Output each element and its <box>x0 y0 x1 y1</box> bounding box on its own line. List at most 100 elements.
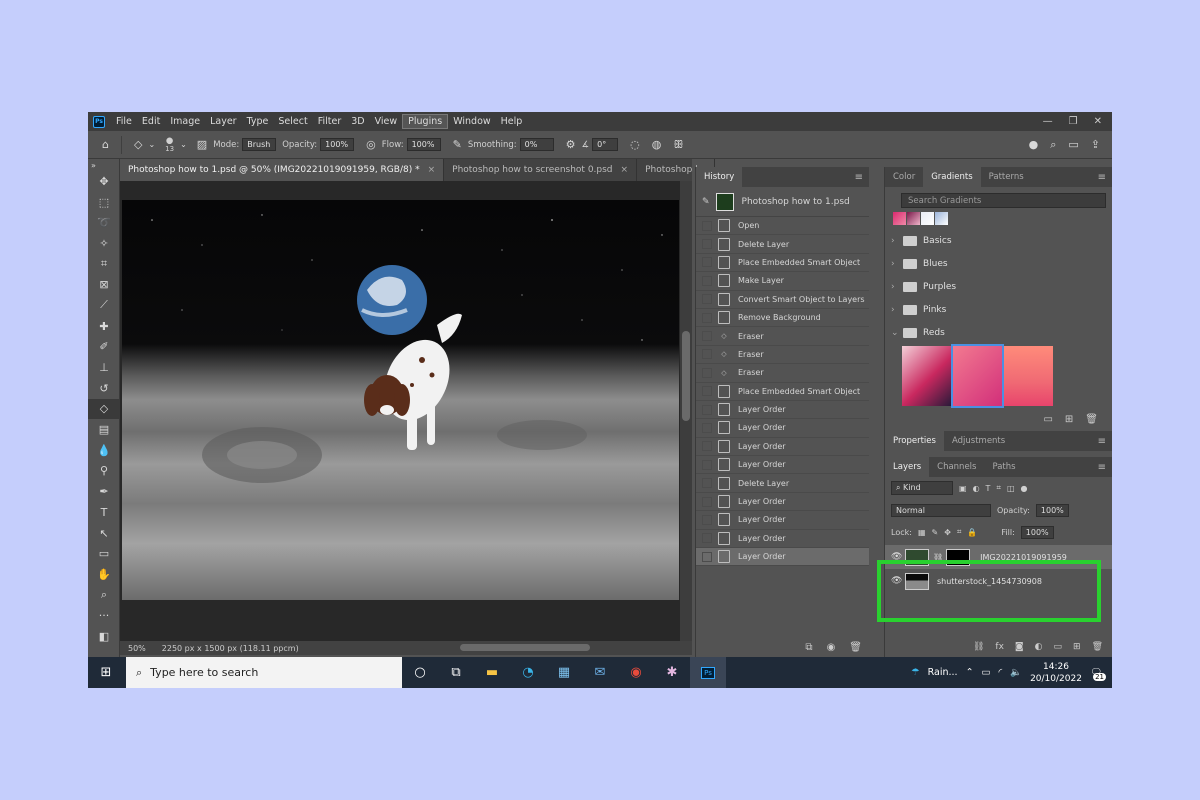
link-layers-icon[interactable]: ⛓ <box>973 642 984 652</box>
trash-icon[interactable]: 🗑 <box>849 642 862 653</box>
history-state[interactable]: Layer Order <box>696 548 869 567</box>
panel-collapse-icon[interactable]: » <box>88 159 120 171</box>
mode-select[interactable]: Brush <box>242 138 277 151</box>
gradient-tool-icon[interactable]: ▤ <box>88 419 120 440</box>
network-icon[interactable]: ◜ <box>999 667 1003 678</box>
volume-icon[interactable]: 🔈 <box>1010 667 1022 678</box>
history-brush-tool-icon[interactable]: ↺ <box>88 378 120 399</box>
gradient-swatch-selected[interactable] <box>951 344 1004 408</box>
lasso-tool-icon[interactable]: ➰ <box>88 212 120 233</box>
windows-start-icon[interactable]: ⊞ <box>88 657 124 688</box>
canvas-area[interactable] <box>120 181 692 641</box>
tab-history[interactable]: History <box>696 167 743 187</box>
history-state[interactable]: Layer Order <box>696 401 869 420</box>
pen-tool-icon[interactable]: ✒ <box>88 481 120 502</box>
gradient-folder-purples[interactable]: › Purples <box>885 275 1112 298</box>
tray-chevron-up-icon[interactable]: ⌃ <box>966 667 974 678</box>
chrome-icon[interactable]: ◉ <box>618 657 654 688</box>
history-state[interactable]: Layer Order <box>696 493 869 512</box>
lock-pixels-icon[interactable]: ✎ <box>932 528 939 537</box>
history-state[interactable]: Layer Order <box>696 456 869 475</box>
zoom-level[interactable]: 50% <box>120 644 154 653</box>
history-state[interactable]: Delete Layer <box>696 474 869 493</box>
fill-input[interactable]: 100% <box>1020 525 1054 539</box>
panel-menu-icon[interactable]: ≡ <box>1098 462 1106 473</box>
magic-wand-tool-icon[interactable]: ✧ <box>88 233 120 254</box>
filter-toggle-icon[interactable]: ● <box>1021 484 1028 493</box>
history-source-checkbox[interactable] <box>702 312 712 323</box>
smart-object-filter-icon[interactable]: ◫ <box>1007 484 1015 493</box>
cortana-icon[interactable]: ○ <box>402 657 438 688</box>
smoothing-input[interactable]: 0% <box>519 138 554 151</box>
menu-window[interactable]: Window <box>448 114 495 129</box>
type-filter-icon[interactable]: T <box>986 484 991 493</box>
tab-adjustments[interactable]: Adjustments <box>944 431 1013 451</box>
share-icon[interactable]: ⇪ <box>1091 138 1100 151</box>
angle-input[interactable]: 0° <box>592 138 619 151</box>
history-source-checkbox[interactable] <box>702 349 712 360</box>
slack-icon[interactable]: ✱ <box>654 657 690 688</box>
clock[interactable]: 14:26 20/10/2022 <box>1030 661 1082 685</box>
store-icon[interactable]: ▦ <box>546 657 582 688</box>
history-state[interactable]: ◇ Eraser <box>696 327 869 346</box>
path-selection-tool-icon[interactable]: ↖ <box>88 523 120 544</box>
weather-icon[interactable]: ☂ <box>911 667 920 678</box>
gradient-swatch[interactable] <box>902 346 951 406</box>
panel-menu-icon[interactable]: ≡ <box>855 172 863 183</box>
gradient-swatch[interactable] <box>1004 346 1053 406</box>
history-source-checkbox[interactable] <box>702 514 712 525</box>
menu-view[interactable]: View <box>370 114 403 129</box>
history-state[interactable]: Place Embedded Smart Object <box>696 383 869 401</box>
history-state[interactable]: Layer Order <box>696 438 869 457</box>
doc-tab[interactable]: Photoshop how to screenshot 0.psd × <box>444 159 638 181</box>
new-layer-icon[interactable]: ⊞ <box>1073 642 1081 652</box>
recent-gradient-swatch[interactable] <box>935 212 948 225</box>
layer-style-icon[interactable]: fx <box>995 642 1004 652</box>
lock-artboard-icon[interactable]: ⌗ <box>957 527 962 537</box>
history-state[interactable]: Layer Order <box>696 530 869 549</box>
menu-image[interactable]: Image <box>165 114 205 129</box>
blend-mode-select[interactable]: Normal <box>891 503 991 517</box>
history-state[interactable]: ◇ Eraser <box>696 364 869 383</box>
task-view-icon[interactable]: ⧉ <box>438 657 474 688</box>
pixel-filter-icon[interactable]: ▣ <box>959 484 967 493</box>
tab-properties[interactable]: Properties <box>885 431 944 451</box>
move-tool-icon[interactable]: ✥ <box>88 171 120 192</box>
history-state[interactable]: Layer Order <box>696 419 869 438</box>
gradient-folder-pinks[interactable]: › Pinks <box>885 298 1112 321</box>
menu-3d[interactable]: 3D <box>346 114 369 129</box>
menu-edit[interactable]: Edit <box>137 114 165 129</box>
lock-position-icon[interactable]: ✥ <box>944 528 951 537</box>
menu-file[interactable]: File <box>111 114 137 129</box>
recent-gradient-swatch[interactable] <box>893 212 906 225</box>
tab-gradients[interactable]: Gradients <box>923 167 981 187</box>
history-state[interactable]: Remove Background <box>696 309 869 328</box>
brush-preset-picker[interactable]: ● 13 <box>165 136 174 152</box>
menu-layer[interactable]: Layer <box>205 114 242 129</box>
trash-icon[interactable]: 🗑 <box>1085 414 1098 425</box>
history-source-checkbox[interactable] <box>702 551 712 562</box>
menu-plugins[interactable]: Plugins <box>402 114 449 129</box>
history-source-checkbox[interactable] <box>702 220 712 231</box>
panel-menu-icon[interactable]: ≡ <box>1098 172 1106 183</box>
history-source-checkbox[interactable] <box>702 441 712 452</box>
history-state[interactable]: Convert Smart Object to Layers <box>696 291 869 309</box>
history-source-checkbox[interactable] <box>702 294 712 305</box>
opacity-input[interactable]: 100% <box>320 138 355 151</box>
blur-tool-icon[interactable]: 💧 <box>88 440 120 461</box>
zoom-tool-icon[interactable]: ⌕ <box>88 585 120 606</box>
dodge-tool-icon[interactable]: ⚲ <box>88 461 120 482</box>
layer-kind-filter[interactable]: ⌕ Kind <box>891 481 953 495</box>
battery-icon[interactable]: ▭ <box>982 667 991 678</box>
search-icon[interactable]: ⌕ <box>1050 138 1056 152</box>
history-source-checkbox[interactable] <box>702 239 712 250</box>
menu-select[interactable]: Select <box>273 114 312 129</box>
flow-input[interactable]: 100% <box>406 138 441 151</box>
frame-tool-icon[interactable]: ⊠ <box>88 274 120 295</box>
pressure-size-icon[interactable]: ◌ <box>630 138 640 151</box>
eraser-tool-icon[interactable]: ◇ <box>88 398 120 420</box>
new-group-icon[interactable]: ▭ <box>1043 414 1052 425</box>
marquee-tool-icon[interactable]: ⬚ <box>88 192 120 213</box>
history-snapshot[interactable]: ✎ Photoshop how to 1.psd <box>696 187 869 217</box>
chevron-down-icon[interactable]: ⌄ <box>148 140 155 149</box>
